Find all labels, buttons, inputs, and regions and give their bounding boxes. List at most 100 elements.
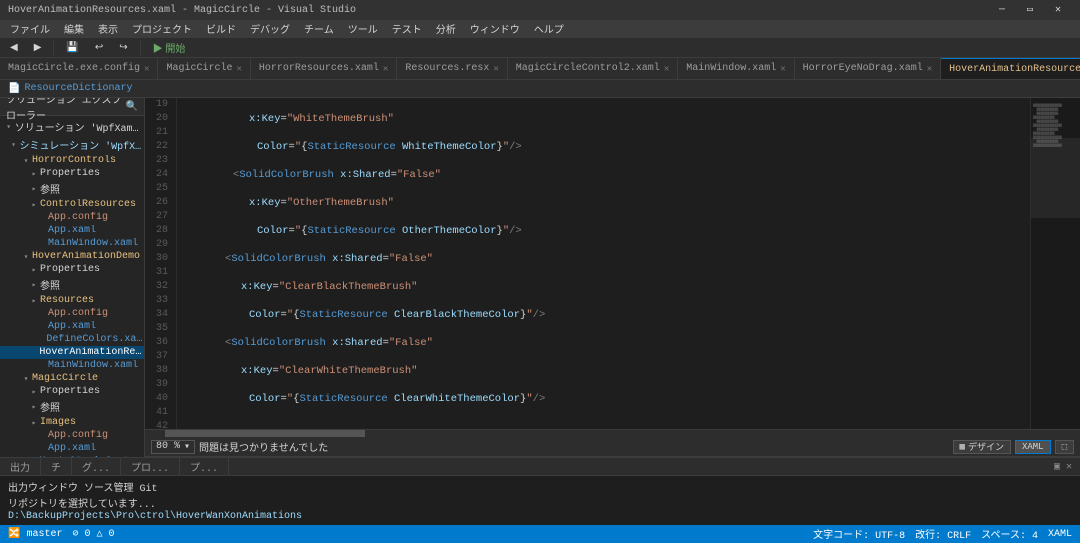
tab-close-2[interactable]: ✕ (383, 64, 388, 74)
toolbar-undo[interactable]: ↩ (91, 41, 107, 54)
search-icon[interactable]: 🔍 (126, 101, 138, 113)
sidebar-item-mainwindow2[interactable]: MainWindow.xaml (0, 359, 144, 372)
bottom-tab-graph[interactable]: グ... (72, 458, 121, 475)
tab-close-1[interactable]: ✕ (236, 64, 241, 74)
toolbar-sep2 (140, 41, 141, 55)
menu-project[interactable]: プロジェクト (126, 21, 198, 37)
status-left: 🔀 master ⊘ 0 △ 0 (8, 528, 115, 540)
sidebar-item-project[interactable]: ▾ シミュレーション 'WpfXamlAnimations' (0, 136, 144, 154)
sidebar-item-properties2[interactable]: ▸ Properties (0, 263, 144, 276)
code-line-28: x:Key="ClearWhiteThemeBrush" (185, 364, 1022, 378)
bottom-tab-output[interactable]: 出力 (0, 458, 41, 475)
horizontal-scrollbar[interactable] (145, 429, 1080, 437)
sidebar-item-definecolors[interactable]: DefineColors.xaml (0, 333, 144, 346)
close-button[interactable]: ✕ (1044, 1, 1072, 19)
tab-7[interactable]: HoverAnimationResources.x... ✕ (941, 58, 1080, 79)
scrollbar-thumb[interactable] (165, 430, 365, 437)
tab-close-5[interactable]: ✕ (780, 64, 785, 74)
expand-icon: ▸ (28, 200, 40, 210)
sidebar-item-appxaml1[interactable]: App.xaml (0, 224, 144, 237)
tab-close-3[interactable]: ✕ (493, 64, 498, 74)
sidebar-item-appxaml3[interactable]: App.xaml (0, 442, 144, 455)
expand-icon: ▾ (3, 122, 15, 132)
sidebar-item-appconfig3[interactable]: App.config (0, 429, 144, 442)
menu-bar: ファイル 編集 表示 プロジェクト ビルド デバッグ チーム ツール テスト 分… (0, 20, 1080, 38)
toolbar-save[interactable]: 💾 (62, 41, 82, 54)
sidebar-item-solution[interactable]: ▾ ソリューション 'WpfXamlAnimations' (0, 118, 144, 136)
toolbar-start[interactable]: ▶ 開始 (149, 39, 190, 56)
file-label: MainWindow.xaml (48, 360, 138, 371)
sidebar-item-properties1[interactable]: ▸ Properties (0, 167, 144, 180)
encoding-info: スペース: 4 (981, 526, 1038, 542)
bottom-line2: リポジトリを選択しています... (8, 495, 1072, 511)
bottom-tab-team[interactable]: チ (41, 458, 72, 475)
menu-test[interactable]: テスト (386, 21, 428, 37)
sidebar-item-hoverresources[interactable]: HoverAnimationResources (0, 346, 144, 359)
menu-analyze[interactable]: 分析 (430, 21, 462, 37)
minimize-button[interactable]: ─ (988, 1, 1016, 19)
menu-help[interactable]: ヘルプ (528, 21, 570, 37)
tab-6[interactable]: HorrorEyeNoDrag.xaml ✕ (795, 58, 941, 79)
xaml-view-button[interactable]: XAML (1015, 440, 1051, 454)
maximize-button[interactable]: ▭ (1016, 1, 1044, 19)
menu-view[interactable]: 表示 (92, 21, 124, 37)
menu-window[interactable]: ウィンドウ (464, 21, 526, 37)
tab-4[interactable]: MagicCircleControl2.xaml ✕ (508, 58, 678, 79)
folder-label: 参照 (40, 277, 60, 293)
tab-3[interactable]: Resources.resx ✕ (397, 58, 507, 79)
status-message: 問題は見つかりませんでした (199, 439, 328, 455)
minimap-content: ████████████████ ████████████ ██████████… (1031, 98, 1080, 429)
sidebar-item-appconfig2[interactable]: App.config (0, 307, 144, 320)
zoom-down-icon[interactable]: ▾ (184, 441, 190, 453)
toolbar-back[interactable]: ◀ (6, 41, 22, 54)
expand-icon: ▸ (28, 265, 40, 275)
sidebar-item-mainwindow1[interactable]: MainWindow.xaml (0, 237, 144, 250)
line-ending: 改行: CRLF (915, 526, 971, 542)
bottom-tab-p[interactable]: プ... (180, 458, 229, 475)
sidebar-item-resources2[interactable]: ▸ Resources (0, 294, 144, 307)
sidebar-item-appxaml2[interactable]: App.xaml (0, 320, 144, 333)
sidebar-item-images[interactable]: ▸ Images (0, 416, 144, 429)
design-view-button[interactable]: ▦ デザイン (953, 440, 1011, 454)
tab-5[interactable]: MainWindow.xaml ✕ (678, 58, 794, 79)
sidebar-item-properties3[interactable]: ▸ Properties (0, 385, 144, 398)
toolbar-redo[interactable]: ↪ (115, 41, 131, 54)
split-view-button[interactable]: ⬚ (1055, 440, 1074, 454)
sidebar-item-horrorcontrols[interactable]: ▾ HorrorControls (0, 154, 144, 167)
close-panel-icon[interactable]: ✕ (1066, 461, 1072, 473)
code-content[interactable]: x:Key="WhiteThemeBrush" Color="{StaticRe… (177, 98, 1030, 429)
right-panel-icon[interactable]: ▣ (1054, 461, 1060, 473)
sidebar-item-controlresources[interactable]: ▸ ControlResources (0, 198, 144, 211)
expand-icon: ▸ (28, 296, 40, 306)
zoom-control[interactable]: 80 % ▾ (151, 440, 195, 454)
tab-close-6[interactable]: ✕ (927, 64, 932, 74)
breadcrumb-text: ResourceDictionary (24, 83, 132, 94)
window-controls: ─ ▭ ✕ (988, 1, 1072, 19)
folder-label: HoverAnimationDemo (32, 251, 140, 262)
code-line-24: <SolidColorBrush x:Shared="False" (185, 252, 1022, 266)
ln-42: 42 (149, 420, 168, 429)
tab-label-1: MagicCircle (166, 63, 232, 74)
sidebar-item-ref2[interactable]: ▸ 参照 (0, 276, 144, 294)
tab-2[interactable]: HorrorResources.xaml ✕ (251, 58, 397, 79)
sidebar-item-appconfig1[interactable]: App.config (0, 211, 144, 224)
tab-close-0[interactable]: ✕ (144, 64, 149, 74)
tab-1[interactable]: MagicCircle ✕ (158, 58, 250, 79)
menu-build[interactable]: ビルド (200, 21, 242, 37)
status-errors: ⊘ 0 △ 0 (72, 528, 114, 540)
bottom-panel: 出力 チ グ... プロ... プ... ▣ ✕ 出力ウィンドウ ソース管理 G… (0, 457, 1080, 525)
sidebar-item-hoveranimation[interactable]: ▾ HoverAnimationDemo (0, 250, 144, 263)
tab-0[interactable]: MagicCircle.exe.config ✕ (0, 58, 158, 79)
tab-close-4[interactable]: ✕ (664, 64, 669, 74)
menu-file[interactable]: ファイル (4, 21, 56, 37)
menu-tools[interactable]: ツール (342, 21, 384, 37)
sidebar-item-ref1[interactable]: ▸ 参照 (0, 180, 144, 198)
bottom-tab-prop[interactable]: プロ... (121, 458, 180, 475)
code-editor[interactable]: 19 20 21 22 23 24 25 26 27 28 29 30 31 3… (145, 98, 1080, 429)
menu-team[interactable]: チーム (298, 21, 340, 37)
sidebar-item-ref3[interactable]: ▸ 参照 (0, 398, 144, 416)
toolbar-forward[interactable]: ▶ (30, 41, 46, 54)
menu-debug[interactable]: デバッグ (244, 21, 296, 37)
sidebar-item-magiccircle[interactable]: ▾ MagicCircle (0, 372, 144, 385)
menu-edit[interactable]: 編集 (58, 21, 90, 37)
